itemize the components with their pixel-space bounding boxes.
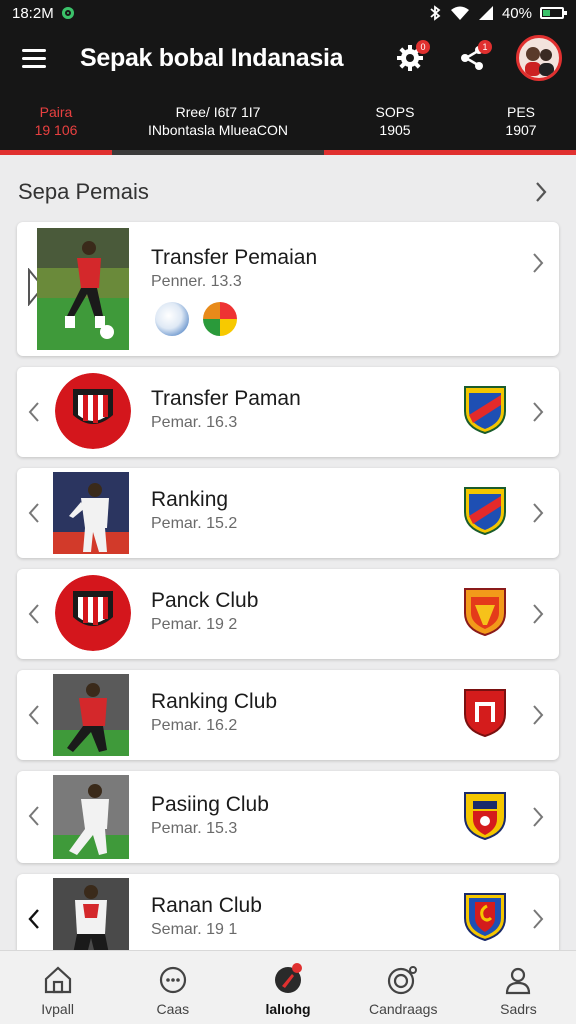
card-subtitle: Pemar. 16.3 bbox=[151, 414, 238, 431]
card-title: Ranan Club bbox=[151, 894, 262, 917]
player-photo bbox=[37, 228, 129, 350]
shield-red-icon bbox=[464, 689, 506, 738]
settings-badge: 0 bbox=[416, 40, 430, 54]
score-tab-label: SOPS bbox=[375, 104, 415, 120]
shield-red-blue-icon bbox=[464, 893, 506, 942]
chevron-left-icon[interactable] bbox=[27, 704, 41, 726]
chevron-left-icon[interactable] bbox=[27, 908, 41, 930]
status-time: 18:2M bbox=[12, 4, 54, 22]
nav-label: Ivpall bbox=[41, 1001, 74, 1017]
volleyball-icon bbox=[155, 302, 189, 336]
list-item[interactable]: Pasiing Club Pemar. 15.3 bbox=[17, 771, 559, 863]
score-tab-label: Rree/ I6t7 1I7 bbox=[175, 104, 261, 120]
chevron-right-icon bbox=[533, 807, 544, 827]
card-subtitle: Semar. 19 1 bbox=[151, 921, 238, 938]
battery-icon bbox=[540, 7, 567, 19]
bluetooth-icon bbox=[430, 5, 441, 21]
status-bar: 18:2M 40% bbox=[0, 0, 576, 26]
card-title: Ranking bbox=[151, 488, 229, 511]
avatar[interactable] bbox=[516, 35, 562, 81]
player-photo bbox=[53, 775, 129, 859]
signal-icon bbox=[478, 6, 493, 20]
shield-blue-red-icon bbox=[464, 487, 506, 536]
nav-label: Caas bbox=[156, 1001, 190, 1017]
person-icon bbox=[506, 967, 531, 995]
score-tab-value: 1907 bbox=[505, 122, 537, 138]
chevron-right-icon bbox=[533, 604, 544, 624]
app-title: Sepak bobal Indanasia bbox=[80, 43, 344, 72]
score-tab-label: PES bbox=[506, 104, 535, 120]
nav-label: lalıohg bbox=[265, 1001, 311, 1017]
score-tab-2[interactable]: Rree/ I6t7 1I7 INbontasla MlueaCON bbox=[112, 90, 324, 152]
settings-button[interactable]: 0 bbox=[392, 40, 430, 76]
menu-icon[interactable] bbox=[22, 48, 46, 68]
club-logo bbox=[55, 575, 131, 651]
player-photo bbox=[53, 878, 129, 954]
list-item[interactable]: Panck Club Pemar. 19 2 bbox=[17, 569, 559, 659]
card-subtitle: Penner. 13.3 bbox=[151, 273, 242, 290]
chevron-right-icon bbox=[533, 705, 544, 725]
soccer-ball-icon bbox=[203, 302, 237, 336]
status-right: 40% bbox=[428, 4, 567, 22]
card-title: Panck Club bbox=[151, 589, 259, 612]
player-photo bbox=[53, 674, 129, 756]
score-tab-1[interactable]: Paira 19 106 bbox=[0, 90, 112, 152]
nav-item-chat[interactable]: Caas bbox=[115, 951, 230, 1024]
card-title: Transfer Paman bbox=[151, 387, 301, 410]
score-tabs: Paira 19 106 Rree/ I6t7 1I7 INbontasla M… bbox=[0, 90, 576, 152]
nav-item-home[interactable]: Ivpall bbox=[0, 951, 115, 1024]
list-item[interactable]: Transfer Paman Pemar. 16.3 bbox=[17, 367, 559, 457]
chevron-right-icon bbox=[533, 253, 544, 273]
nav-item-match[interactable]: lalıohg bbox=[230, 951, 345, 1024]
bottom-nav: Ivpall Caas lalıohg Candraags Sadrs bbox=[0, 950, 576, 1024]
wifi-icon bbox=[450, 6, 469, 20]
app-bar: Sepak bobal Indanasia 0 1 bbox=[0, 26, 576, 90]
nav-label: Sadrs bbox=[500, 1001, 537, 1017]
list-item[interactable]: Transfer Pemaian Penner. 13.3 bbox=[17, 222, 559, 356]
list-item[interactable]: Ranking Club Pemar. 16.2 bbox=[17, 670, 559, 760]
app-actions: 0 1 bbox=[392, 35, 576, 81]
score-tab-value: INbontasla MlueaCON bbox=[147, 122, 289, 138]
nav-label: Candraags bbox=[368, 1001, 438, 1017]
card-subtitle: Pemar. 19 2 bbox=[151, 616, 238, 633]
sync-icon bbox=[61, 7, 74, 19]
home-icon bbox=[44, 966, 71, 994]
score-tab-label: Paira bbox=[39, 104, 73, 120]
tab-underline bbox=[0, 150, 576, 155]
chevron-left-icon[interactable] bbox=[27, 603, 41, 625]
shield-yellow-red-icon bbox=[464, 792, 506, 841]
chat-bubble-icon bbox=[159, 966, 186, 994]
nav-item-profile[interactable]: Sadrs bbox=[461, 951, 576, 1024]
card-subtitle: Pemar. 15.2 bbox=[151, 515, 238, 532]
avatar-image-icon bbox=[525, 47, 554, 76]
section-title: Sepa Pemais bbox=[18, 179, 149, 204]
chevron-left-icon[interactable] bbox=[27, 502, 41, 524]
chevron-right-icon bbox=[533, 402, 544, 422]
club-logo bbox=[55, 373, 131, 449]
section-header[interactable]: Sepa Pemais bbox=[0, 172, 576, 212]
card-title: Pasiing Club bbox=[151, 793, 269, 816]
card-subtitle: Pemar. 15.3 bbox=[151, 820, 238, 837]
score-tab-value: 1905 bbox=[379, 122, 411, 138]
nav-item-target[interactable]: Candraags bbox=[346, 951, 461, 1024]
share-button[interactable]: 1 bbox=[454, 40, 492, 76]
score-tab-3[interactable]: SOPS 1905 bbox=[324, 90, 466, 152]
card-title: Transfer Pemaian bbox=[151, 246, 318, 269]
shield-blue-red-icon bbox=[464, 386, 506, 435]
chevron-left-icon[interactable] bbox=[27, 805, 41, 827]
share-badge: 1 bbox=[478, 40, 492, 54]
shield-orange-red-icon bbox=[464, 588, 506, 637]
chevron-right-icon bbox=[533, 503, 544, 523]
battery-percent: 40% bbox=[501, 4, 532, 22]
score-tab-4[interactable]: PES 1907 bbox=[466, 90, 576, 152]
card-subtitle: Pemar. 16.2 bbox=[151, 717, 238, 734]
chevron-right-icon bbox=[533, 909, 544, 929]
card-title: Ranking Club bbox=[151, 690, 278, 713]
target-icon bbox=[388, 966, 418, 995]
list-item[interactable]: Ranking Pemar. 15.2 bbox=[17, 468, 559, 558]
chevron-right-icon bbox=[536, 182, 547, 202]
player-photo bbox=[53, 472, 129, 554]
chevron-left-icon[interactable] bbox=[27, 401, 41, 423]
score-tab-value: 19 106 bbox=[34, 122, 78, 138]
